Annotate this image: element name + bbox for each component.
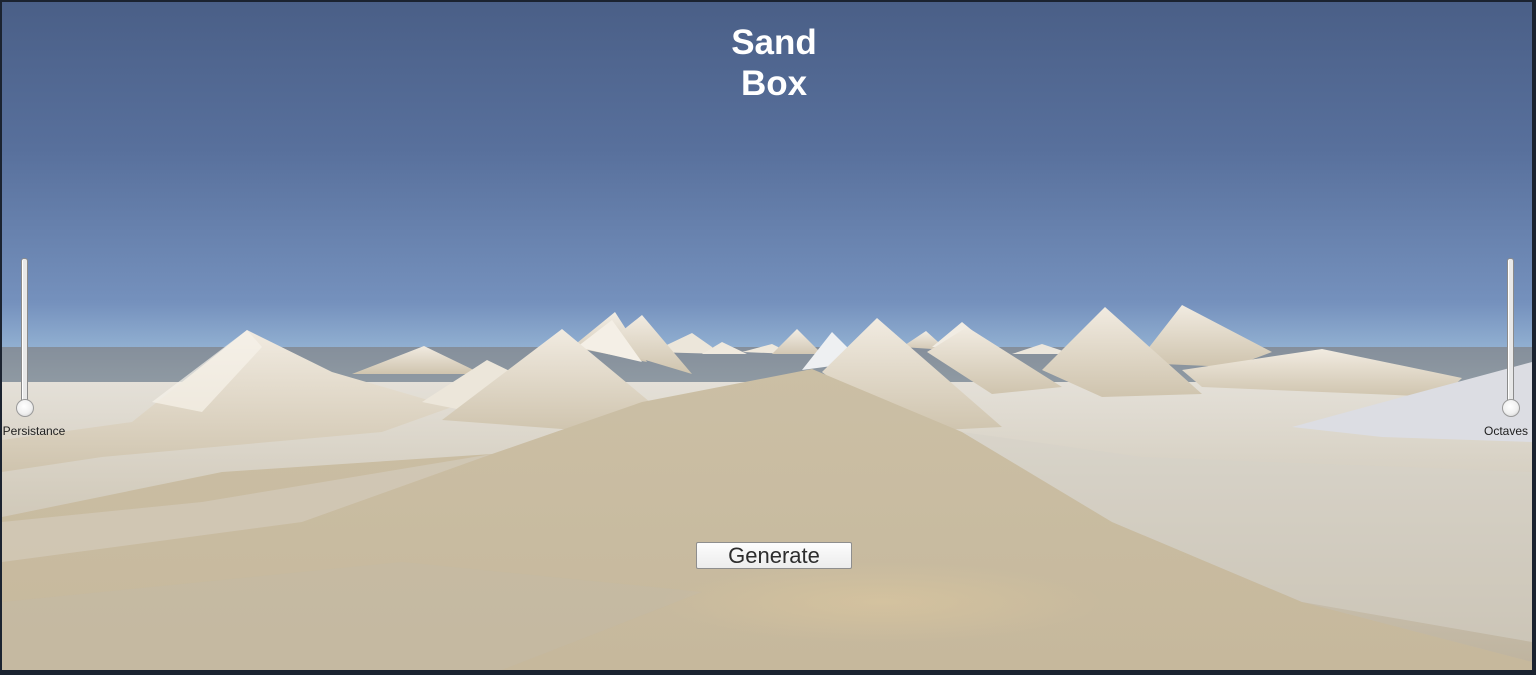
- game-title: Sand Box: [667, 22, 881, 104]
- octaves-label: Octaves: [1483, 424, 1528, 438]
- octaves-slider-handle[interactable]: [1502, 399, 1520, 417]
- persistance-label: Persistance: [2, 424, 66, 438]
- persistance-slider-handle[interactable]: [16, 399, 34, 417]
- game-viewport: Sand Box Persistance Octaves Generate: [2, 2, 1532, 670]
- persistance-slider-track[interactable]: [21, 258, 28, 410]
- title-line-2: Box: [740, 64, 808, 103]
- title-line-1: Sand: [731, 23, 817, 62]
- generate-button[interactable]: Generate: [696, 542, 852, 569]
- octaves-slider-track[interactable]: [1507, 258, 1514, 410]
